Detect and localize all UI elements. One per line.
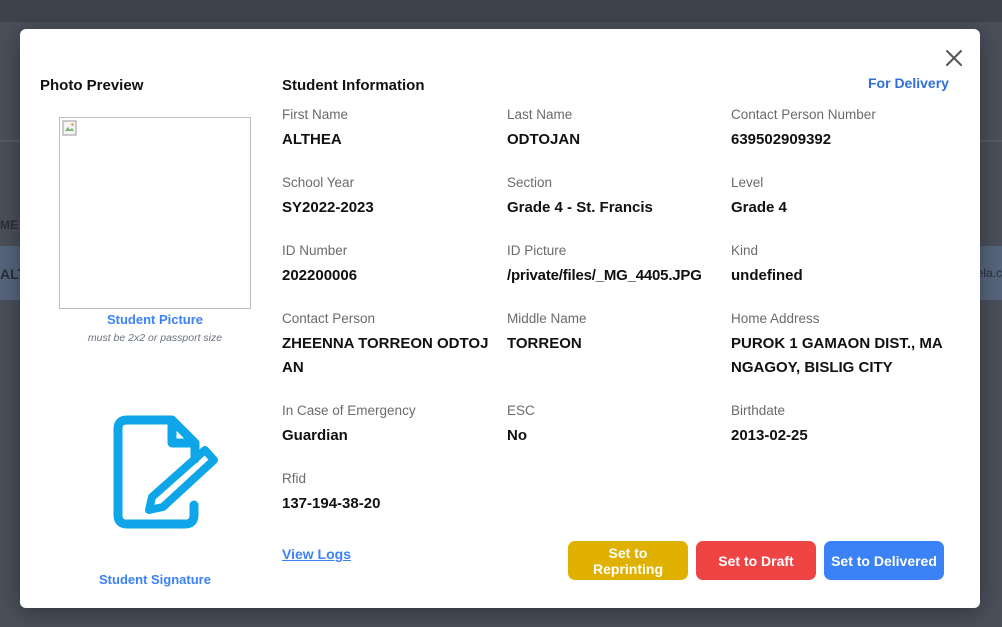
field-value: Grade 4 - St. Francis [507,199,653,216]
field-value: Guardian [282,427,348,444]
student-signature-label: Student Signature [99,572,211,587]
picture-size-note: must be 2x2 or passport size [87,332,223,344]
field-label: Rfid [282,471,307,486]
field-label: Birthdate [731,403,786,418]
field-value: TORREON [507,335,582,352]
field-id-number: ID Number 202200006 [282,242,497,288]
field-value: PUROK 1 GAMAON DIST., MANGAGOY, BISLIG C… [731,335,943,376]
field-label: ESC [507,403,535,418]
student-picture-label: Student Picture [106,312,204,327]
field-label: First Name [282,107,349,122]
field-value: 202200006 [282,267,358,284]
field-contact-person: Contact Person ZHEENNA TORREON ODTOJAN [282,310,497,380]
field-value: ALTHEA [282,131,342,148]
background-row-email-fragment: ela.c [976,266,1002,280]
close-icon[interactable] [945,49,963,67]
signature-icon [113,415,218,529]
field-label: Last Name [507,107,573,122]
photo-preview-heading: Photo Preview [40,77,144,94]
field-label: Section [507,175,553,190]
field-home-address: Home Address PUROK 1 GAMAON DIST., MANGA… [731,310,946,380]
field-rfid: Rfid 137-194-38-20 [282,470,497,516]
set-to-reprinting-button[interactable]: Set to Reprinting [568,541,688,580]
field-label: Level [731,175,764,190]
field-value: ZHEENNA TORREON ODTOJAN [282,335,489,376]
student-details-modal: For Delivery Photo Preview Student Pictu… [20,29,980,608]
field-label: ID Picture [507,243,567,258]
field-value: SY2022-2023 [282,199,374,216]
field-birthdate: Birthdate 2013-02-25 [731,402,946,448]
field-contact-person-number: Contact Person Number 639502909392 [731,106,946,152]
background-column-header-fragment: ME [0,218,18,232]
field-id-picture: ID Picture /private/files/_MG_4405.JPG [507,242,722,288]
field-esc: ESC No [507,402,722,448]
field-label: Middle Name [507,311,587,326]
set-to-delivered-button[interactable]: Set to Delivered [824,541,944,580]
field-value: /private/files/_MG_4405.JPG [507,267,702,284]
student-information-heading: Student Information [282,77,425,94]
field-value: No [507,427,527,444]
student-photo [59,117,251,309]
broken-image-icon [62,120,77,136]
status-badge: For Delivery [868,75,949,91]
field-value: 639502909392 [731,131,832,148]
view-logs-link[interactable]: View Logs [282,546,351,562]
field-level: Level Grade 4 [731,174,946,220]
field-middle-name: Middle Name TORREON [507,310,722,356]
close-button[interactable] [942,46,966,70]
field-value: Grade 4 [731,199,787,216]
field-value: 2013-02-25 [731,427,808,444]
field-label: ID Number [282,243,348,258]
field-section: Section Grade 4 - St. Francis [507,174,722,220]
set-to-draft-button[interactable]: Set to Draft [696,541,816,580]
field-value: ODTOJAN [507,131,581,148]
field-first-name: First Name ALTHEA [282,106,497,152]
field-label: In Case of Emergency [282,403,416,418]
field-school-year: School Year SY2022-2023 [282,174,497,220]
field-label: Contact Person Number [731,107,876,122]
field-label: Kind [731,243,759,258]
field-label: Contact Person [282,311,376,326]
field-value: undefined [731,267,803,284]
field-value: 137-194-38-20 [282,495,381,512]
field-label: School Year [282,175,355,190]
field-last-name: Last Name ODTOJAN [507,106,722,152]
field-kind: Kind undefined [731,242,946,288]
field-label: Home Address [731,311,820,326]
field-in-case-of-emergency: In Case of Emergency Guardian [282,402,497,448]
background-topbar [0,0,1002,22]
